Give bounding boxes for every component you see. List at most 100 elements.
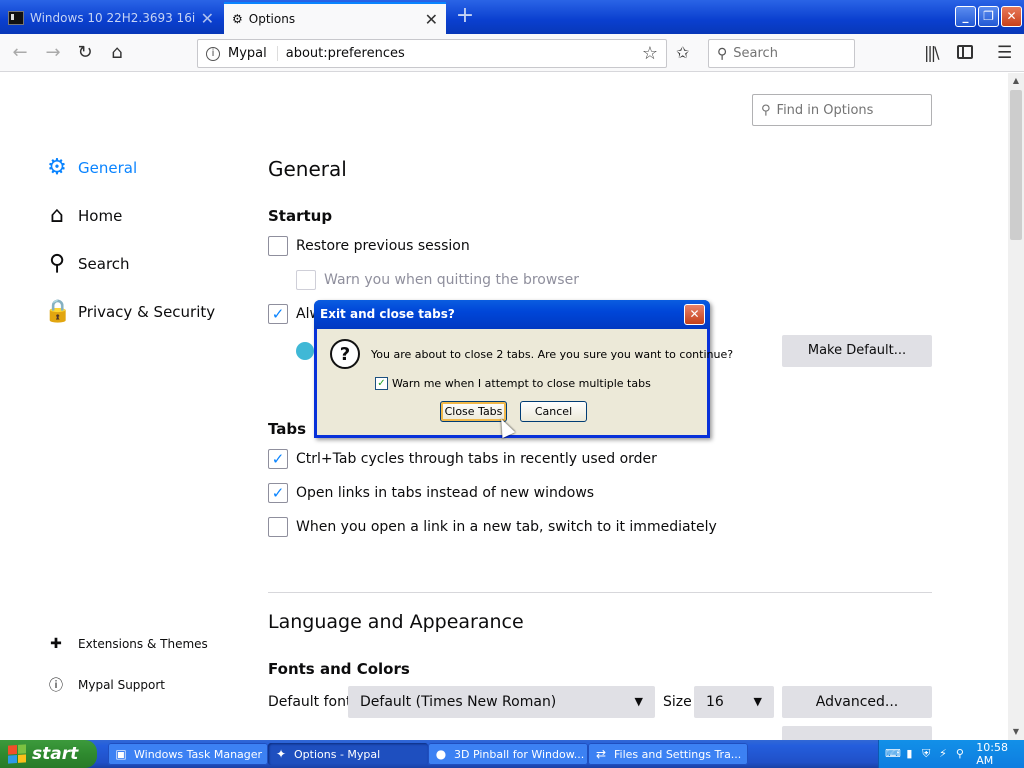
- library-icon[interactable]: |||\: [924, 43, 940, 62]
- new-tab-button[interactable]: +: [452, 5, 478, 29]
- taskbar-item-pinball[interactable]: ● 3D Pinball for Window...: [428, 743, 588, 765]
- restore-session-checkbox[interactable]: [268, 236, 288, 256]
- transfer-wizard-icon: ⇄: [595, 747, 607, 761]
- checkbox-label: Ctrl+Tab cycles through tabs in recently…: [296, 451, 657, 467]
- system-tray: ⌨ ▮ ⛨ ⚡ ⚲ 10:58 AM: [878, 740, 1024, 768]
- close-tab-icon[interactable]: ✕: [201, 9, 214, 28]
- maximize-button[interactable]: ❐: [978, 6, 999, 27]
- search-icon: ⚲: [48, 251, 66, 276]
- open-links-in-tabs-checkbox[interactable]: ✓: [268, 483, 288, 503]
- dialog-titlebar[interactable]: Exit and close tabs? ✕: [314, 300, 710, 329]
- section-divider: [268, 592, 932, 593]
- find-in-options-input[interactable]: ⚲ Find in Options: [752, 94, 932, 126]
- keyboard-icon[interactable]: ⌨: [885, 747, 901, 761]
- category-search[interactable]: ⚲ Search: [44, 251, 130, 277]
- windows-logo-icon: [8, 744, 26, 764]
- tab-title: Windows 10 22H2.3693 16in1 x8: [30, 11, 195, 25]
- taskbar-item-mypal[interactable]: ✦ Options - Mypal: [268, 743, 428, 765]
- bookmark-star-icon[interactable]: ☆: [642, 43, 658, 64]
- sidebar-icon[interactable]: [957, 45, 973, 59]
- taskbar-item-files-settings[interactable]: ⇄ Files and Settings Tra...: [588, 743, 748, 765]
- task-manager-icon: ▣: [115, 747, 127, 761]
- home-icon[interactable]: ⌂: [103, 40, 131, 66]
- search-placeholder: Search: [733, 46, 778, 61]
- reload-icon[interactable]: ↻: [71, 40, 99, 66]
- tab-options[interactable]: ⚙ Options ✕: [224, 2, 446, 34]
- start-button[interactable]: start: [0, 740, 97, 768]
- magnifier-icon[interactable]: ⚲: [953, 747, 966, 761]
- chevron-down-icon: ▼: [753, 695, 762, 708]
- dialog-close-button[interactable]: ✕: [684, 304, 705, 325]
- network-icon[interactable]: ⚡: [937, 747, 950, 761]
- link-label: Mypal Support: [78, 678, 166, 692]
- category-general[interactable]: ⚙ General: [44, 155, 137, 181]
- forward-arrow-icon[interactable]: →: [39, 40, 67, 66]
- always-check-default-checkbox[interactable]: ✓: [268, 304, 288, 324]
- task-manager-tray-icon[interactable]: ▮: [903, 747, 916, 761]
- startup-heading: Startup: [268, 207, 333, 225]
- url-identity-label: Mypal: [228, 46, 278, 61]
- mypal-icon: ✦: [275, 747, 287, 761]
- category-label: General: [78, 159, 138, 177]
- taskbar-item-label: Files and Settings Tra...: [614, 747, 742, 761]
- category-label: Search: [78, 255, 130, 273]
- start-label: start: [32, 744, 79, 764]
- cancel-button[interactable]: Cancel: [520, 401, 587, 422]
- scroll-up-arrow-icon[interactable]: ▲: [1008, 73, 1024, 89]
- search-input[interactable]: ⚲ Search: [708, 39, 855, 68]
- info-icon[interactable]: i: [206, 46, 220, 61]
- close-tabs-button[interactable]: Close Tabs: [440, 401, 507, 422]
- switch-to-new-tab-row[interactable]: When you open a link in a new tab, switc…: [268, 517, 717, 537]
- category-label: Privacy & Security: [78, 303, 216, 321]
- make-default-button[interactable]: Make Default...: [782, 335, 932, 367]
- url-bar[interactable]: i Mypal about:preferences ☆: [197, 39, 667, 68]
- back-arrow-icon[interactable]: ←: [6, 40, 34, 66]
- lock-icon: 🔒: [44, 299, 72, 324]
- restore-session-checkbox-row[interactable]: Restore previous session: [268, 236, 470, 256]
- warn-quit-checkbox-row[interactable]: Warn you when quitting the browser: [296, 270, 579, 290]
- select-value: 16: [706, 694, 724, 710]
- ctrl-tab-checkbox[interactable]: ✓: [268, 449, 288, 469]
- warn-close-multiple-checkbox[interactable]: ✓: [375, 377, 388, 390]
- category-privacy-security[interactable]: 🔒 Privacy & Security: [44, 299, 215, 325]
- switch-to-new-tab-checkbox[interactable]: [268, 517, 288, 537]
- vertical-scrollbar[interactable]: ▲ ▼: [1008, 73, 1024, 740]
- hamburger-menu-icon[interactable]: ☰: [997, 43, 1012, 63]
- colors-button[interactable]: [782, 726, 932, 740]
- default-browser-status-icon: [296, 342, 314, 360]
- category-label: Home: [78, 207, 123, 225]
- default-font-select[interactable]: Default (Times New Roman) ▼: [348, 686, 655, 718]
- extensions-themes-link[interactable]: ✚ Extensions & Themes: [46, 636, 208, 652]
- warn-close-multiple-row[interactable]: ✓ Warn me when I attempt to close multip…: [375, 377, 651, 390]
- open-links-in-tabs-row[interactable]: ✓ Open links in tabs instead of new wind…: [268, 483, 594, 503]
- window-close-button[interactable]: ✕: [1001, 6, 1022, 27]
- checkbox-label: Warn you when quitting the browser: [324, 272, 579, 288]
- tab-vm-page[interactable]: Windows 10 22H2.3693 16in1 x8 ✕: [0, 2, 222, 34]
- find-placeholder: Find in Options: [776, 102, 874, 118]
- clock[interactable]: 10:58 AM: [976, 741, 1024, 767]
- taskbar-item-label: Options - Mypal: [294, 747, 381, 761]
- navigation-toolbar: ← → ↻ ⌂ i Mypal about:preferences ☆ ✩ ⚲ …: [0, 34, 1024, 72]
- dialog-message: You are about to close 2 tabs. Are you s…: [371, 348, 734, 361]
- tabs-heading: Tabs: [268, 420, 307, 438]
- taskbar-item-label: Windows Task Manager: [134, 747, 263, 761]
- url-input[interactable]: about:preferences: [286, 46, 642, 61]
- taskbar-item-task-manager[interactable]: ▣ Windows Task Manager: [108, 743, 268, 765]
- always-check-default-row[interactable]: ✓ Alw: [268, 304, 321, 324]
- bookmarks-star-menu-icon[interactable]: ✩: [676, 43, 689, 62]
- checkbox-label: Open links in tabs instead of new window…: [296, 485, 595, 501]
- link-label: Extensions & Themes: [78, 637, 208, 651]
- close-tab-icon[interactable]: ✕: [425, 10, 438, 29]
- font-size-select[interactable]: 16 ▼: [694, 686, 774, 718]
- ctrl-tab-checkbox-row[interactable]: ✓ Ctrl+Tab cycles through tabs in recent…: [268, 449, 657, 469]
- help-icon: ⓘ: [49, 678, 63, 694]
- security-shield-icon[interactable]: ⛨: [920, 747, 933, 761]
- scroll-down-arrow-icon[interactable]: ▼: [1008, 724, 1024, 740]
- advanced-fonts-button[interactable]: Advanced...: [782, 686, 932, 718]
- minimize-button[interactable]: _: [955, 6, 976, 27]
- warn-quit-checkbox[interactable]: [296, 270, 316, 290]
- support-link[interactable]: ⓘ Mypal Support: [46, 675, 165, 695]
- category-home[interactable]: ⌂ Home: [44, 203, 122, 229]
- scroll-thumb[interactable]: [1010, 90, 1022, 240]
- gear-icon: ⚙: [47, 155, 67, 180]
